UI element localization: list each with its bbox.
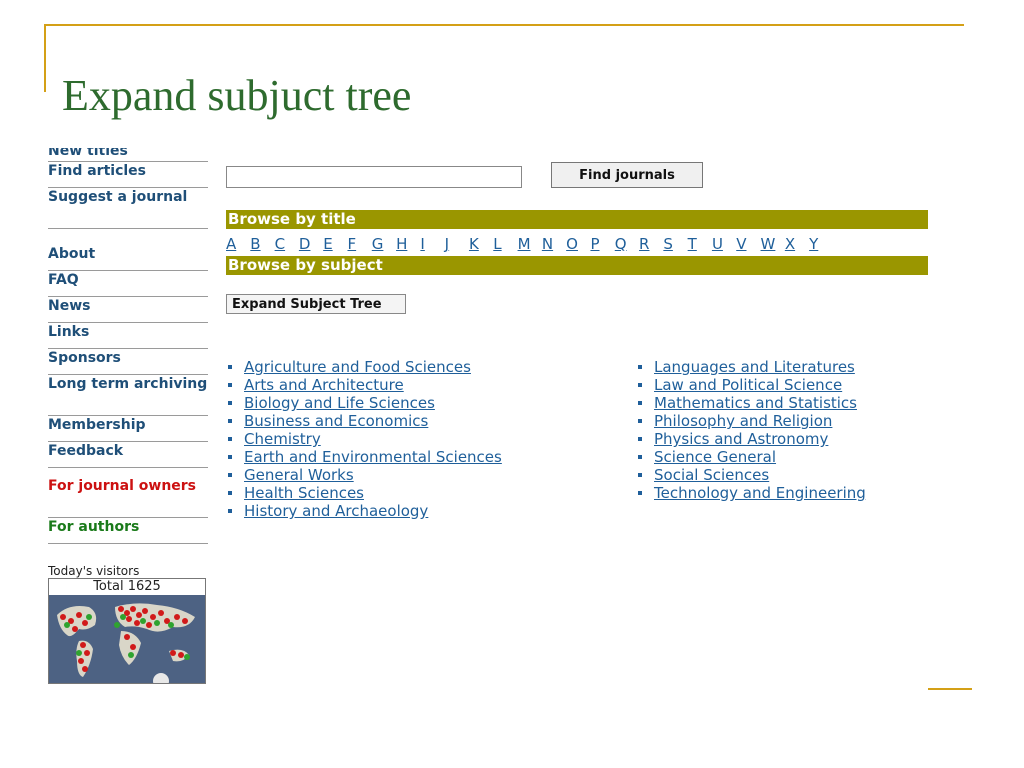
letter-link[interactable]: T <box>688 235 712 253</box>
subject-link[interactable]: Arts and Architecture <box>226 376 502 394</box>
bullet-icon <box>638 473 642 477</box>
letter-link[interactable]: D <box>299 235 323 253</box>
letter-link[interactable]: C <box>275 235 299 253</box>
bullet-icon <box>228 509 232 513</box>
subject-list-right: Languages and Literatures Law and Politi… <box>636 358 866 502</box>
letter-link[interactable]: B <box>250 235 274 253</box>
bullet-icon <box>228 401 232 405</box>
sidebar-item-news[interactable]: News <box>48 297 208 323</box>
subject-list-left: Agriculture and Food Sciences Arts and A… <box>226 358 502 520</box>
letter-link[interactable]: M <box>518 235 542 253</box>
sidebar-item-links[interactable]: Links <box>48 323 208 349</box>
bullet-icon <box>228 419 232 423</box>
letter-link[interactable]: A <box>226 235 250 253</box>
letter-link[interactable]: L <box>493 235 517 253</box>
subject-link[interactable]: Health Sciences <box>226 484 502 502</box>
sidebar-nav: New titles Find articles Suggest a journ… <box>48 148 208 732</box>
bullet-icon <box>638 365 642 369</box>
subject-link[interactable]: Philosophy and Religion <box>636 412 866 430</box>
bullet-icon <box>228 491 232 495</box>
slide-left-rule <box>44 24 46 92</box>
letter-link[interactable]: W <box>761 235 785 253</box>
letter-link[interactable]: O <box>566 235 590 253</box>
subject-link[interactable]: Technology and Engineering <box>636 484 866 502</box>
sidebar-item-long-term-archiving[interactable]: Long term archiving <box>48 375 208 416</box>
subject-link[interactable]: Science General <box>636 448 866 466</box>
letter-link[interactable]: Q <box>615 235 639 253</box>
subject-link[interactable]: Social Sciences <box>636 466 866 484</box>
sidebar-item-suggest-journal[interactable]: Suggest a journal <box>48 188 208 229</box>
sidebar-item-faq[interactable]: FAQ <box>48 271 208 297</box>
browse-by-subject-header: Browse by subject <box>226 256 928 275</box>
bullet-icon <box>228 437 232 441</box>
sidebar-item-journal-owners[interactable]: For journal owners <box>48 477 208 518</box>
letter-link[interactable]: I <box>420 235 444 253</box>
alphabet-index: ABCDEFGHIJKLMNOPQRSTUVWXY <box>226 234 928 254</box>
bullet-icon <box>638 437 642 441</box>
subject-link[interactable]: Mathematics and Statistics <box>636 394 866 412</box>
letter-link[interactable]: N <box>542 235 566 253</box>
letter-link[interactable]: U <box>712 235 736 253</box>
letter-link[interactable]: V <box>736 235 760 253</box>
letter-link[interactable]: H <box>396 235 420 253</box>
browse-by-title-header: Browse by title <box>226 210 928 229</box>
slide-top-rule <box>44 24 964 26</box>
subject-link[interactable]: General Works <box>226 466 502 484</box>
letter-link[interactable]: F <box>347 235 371 253</box>
main-content: Find journals Browse by title ABCDEFGHIJ… <box>226 158 928 528</box>
subject-link[interactable]: Earth and Environmental Sciences <box>226 448 502 466</box>
letter-link[interactable]: Y <box>809 235 833 253</box>
letter-link[interactable]: E <box>323 235 347 253</box>
world-map-icon <box>49 595 205 683</box>
subject-link[interactable]: Business and Economics <box>226 412 502 430</box>
expand-subject-tree-button[interactable]: Expand Subject Tree <box>226 294 406 314</box>
subject-link[interactable]: Physics and Astronomy <box>636 430 866 448</box>
bullet-icon <box>228 455 232 459</box>
letter-link[interactable]: G <box>372 235 396 253</box>
slide-bottom-right-rule <box>928 688 972 690</box>
sidebar-item-new-titles[interactable]: New titles <box>48 148 208 162</box>
letter-link[interactable]: P <box>590 235 614 253</box>
letter-link[interactable]: R <box>639 235 663 253</box>
subject-link[interactable]: Biology and Life Sciences <box>226 394 502 412</box>
letter-link[interactable]: X <box>785 235 809 253</box>
visitors-widget[interactable]: Total 1625 <box>48 578 206 684</box>
sidebar-item-sponsors[interactable]: Sponsors <box>48 349 208 375</box>
subject-link[interactable]: Chemistry <box>226 430 502 448</box>
find-journals-button[interactable]: Find journals <box>551 162 703 188</box>
letter-link[interactable]: J <box>445 235 469 253</box>
bullet-icon <box>228 383 232 387</box>
subject-link[interactable]: History and Archaeology <box>226 502 502 520</box>
sidebar-item-feedback[interactable]: Feedback <box>48 442 208 468</box>
visitors-label: Today's visitors <box>48 564 140 578</box>
subject-link[interactable]: Law and Political Science <box>636 376 866 394</box>
bullet-icon <box>638 419 642 423</box>
sidebar-item-about[interactable]: About <box>48 245 208 271</box>
bullet-icon <box>638 491 642 495</box>
bullet-icon <box>638 455 642 459</box>
bullet-icon <box>638 401 642 405</box>
visitors-total: Total 1625 <box>93 579 161 594</box>
bullet-icon <box>638 383 642 387</box>
bullet-icon <box>228 473 232 477</box>
letter-link[interactable]: K <box>469 235 493 253</box>
letter-link[interactable]: S <box>663 235 687 253</box>
search-input[interactable] <box>226 166 522 188</box>
sidebar-item-find-articles[interactable]: Find articles <box>48 162 208 188</box>
subject-link[interactable]: Languages and Literatures <box>636 358 866 376</box>
subject-link[interactable]: Agriculture and Food Sciences <box>226 358 502 376</box>
sidebar-item-authors[interactable]: For authors <box>48 518 208 544</box>
sidebar-item-membership[interactable]: Membership <box>48 416 208 442</box>
slide-title: Expand subjuct tree <box>62 71 412 120</box>
bullet-icon <box>228 365 232 369</box>
visitor-map-image <box>49 595 205 683</box>
